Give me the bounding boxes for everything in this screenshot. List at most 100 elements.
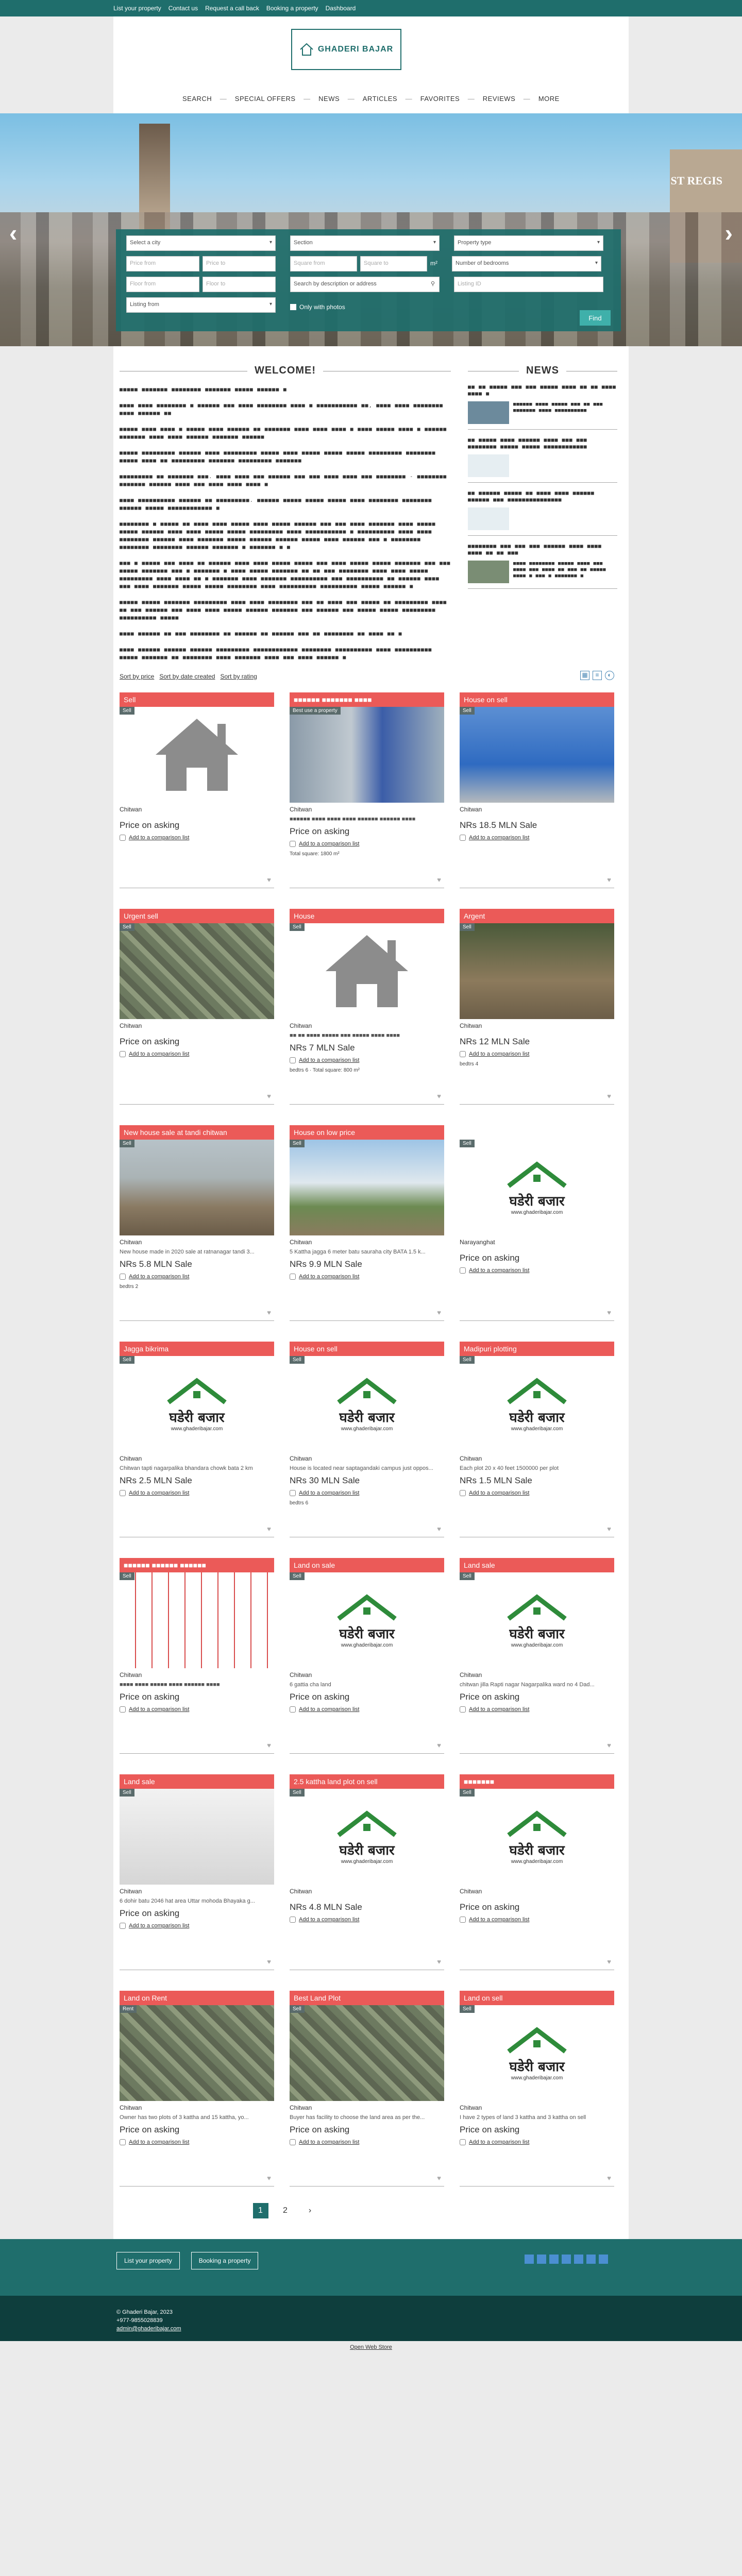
listing-card[interactable]: New house sale at tandi chitwan Sell Chitw…: [120, 1125, 274, 1321]
compare-checkbox[interactable]: [120, 835, 126, 841]
listing-card[interactable]: Land sale घडेरी बजार www.ghaderibajar.com S…: [460, 1558, 614, 1754]
compare-label[interactable]: Add to a comparison list: [469, 1490, 529, 1496]
listing-card[interactable]: House on sell Sell Chitwan NRs 18.5 MLN Sal…: [460, 692, 614, 888]
listing-id-input[interactable]: Listing ID: [454, 277, 603, 292]
listing-card[interactable]: Land on Rent Rent Chitwan Owner has two plo…: [120, 1991, 274, 2187]
listing-image[interactable]: घडेरी बजार www.ghaderibajar.com Sell: [460, 1572, 614, 1668]
social-icon-1[interactable]: [525, 2255, 534, 2264]
listing-card[interactable]: 2.5 kattha land plot on sell घडेरी बजार ww…: [290, 1774, 444, 1970]
listing-image[interactable]: Sell: [290, 1140, 444, 1235]
compare-label[interactable]: Add to a comparison list: [129, 1274, 189, 1280]
map-view-icon[interactable]: ◐: [605, 671, 614, 680]
listing-title[interactable]: Land on Rent: [120, 1991, 274, 2005]
listing-image[interactable]: Sell: [120, 1140, 274, 1235]
favorite-heart-icon[interactable]: ♥: [267, 1741, 271, 1749]
listing-title[interactable]: Madipuri plotting: [460, 1342, 614, 1356]
favorite-heart-icon[interactable]: ♥: [437, 876, 441, 884]
add-to-comparison[interactable]: Add to a comparison list: [290, 1490, 444, 1496]
compare-label[interactable]: Add to a comparison list: [469, 2139, 529, 2145]
listing-image[interactable]: Sell: [120, 1789, 274, 1885]
only-photos-checkbox[interactable]: Only with photos: [290, 301, 345, 313]
floor-to-input[interactable]: Floor to: [203, 277, 276, 292]
compare-label[interactable]: Add to a comparison list: [469, 1051, 529, 1057]
listing-title[interactable]: Jagga bikrima: [120, 1342, 274, 1356]
compare-checkbox[interactable]: [460, 1267, 466, 1274]
listing-image[interactable]: Sell: [120, 923, 274, 1019]
favorite-heart-icon[interactable]: ♥: [437, 1309, 441, 1316]
listing-card[interactable]: Land on sell घडेरी बजार www.ghaderibajar.c…: [460, 1991, 614, 2187]
favorite-heart-icon[interactable]: ♥: [267, 1309, 271, 1316]
city-select[interactable]: Select a city: [126, 235, 276, 251]
listing-card[interactable]: Land sale Sell Chitwan 6 dohir batu 2046 ha…: [120, 1774, 274, 1970]
compare-checkbox[interactable]: [290, 2139, 296, 2145]
compare-label[interactable]: Add to a comparison list: [469, 1917, 529, 1923]
property-photo[interactable]: [290, 707, 444, 803]
favorite-heart-icon[interactable]: ♥: [267, 1092, 271, 1100]
listing-image[interactable]: घडेरी बजार www.ghaderibajar.com Sell: [290, 1572, 444, 1668]
compare-checkbox[interactable]: [120, 1490, 126, 1496]
add-to-comparison[interactable]: Add to a comparison list: [460, 1490, 614, 1496]
property-photo[interactable]: [290, 1140, 444, 1235]
listing-card[interactable]: ■■■■■■■ घडेरी बजार www.ghaderibajar.com Sel…: [460, 1774, 614, 1970]
listing-card[interactable]: Argent Sell Chitwan NRs 12 MLN Sale Add to a…: [460, 909, 614, 1105]
listing-card[interactable]: Jagga bikrima घडेरी बजार www.ghaderibajar.…: [120, 1342, 274, 1537]
news-item[interactable]: ■■ ■■■■■ ■■■■ ■■■■■■ ■■■■ ■■■ ■■■ ■■■■■■…: [468, 430, 617, 483]
news-item-title[interactable]: ■■ ■■■■■ ■■■■ ■■■■■■ ■■■■ ■■■ ■■■ ■■■■■■…: [468, 437, 617, 450]
listing-image[interactable]: Sell: [120, 707, 274, 803]
favorite-heart-icon[interactable]: ♥: [267, 1525, 271, 1533]
compare-checkbox[interactable]: [290, 841, 296, 847]
open-web-store-link[interactable]: Open Web Store: [0, 2341, 742, 2357]
favorite-heart-icon[interactable]: ♥: [437, 1092, 441, 1100]
page-link[interactable]: 2: [278, 2203, 293, 2218]
menu-item[interactable]: ARTICLES: [361, 94, 399, 104]
listing-title[interactable]: Urgent sell: [120, 909, 274, 923]
listing-title[interactable]: Argent: [460, 909, 614, 923]
booking-property-button[interactable]: Booking a property: [191, 2252, 259, 2269]
add-to-comparison[interactable]: Add to a comparison list: [290, 1917, 444, 1923]
top-link[interactable]: Request a call back: [205, 5, 259, 12]
compare-checkbox[interactable]: [290, 1274, 296, 1280]
compare-checkbox[interactable]: [290, 1490, 296, 1496]
add-to-comparison[interactable]: Add to a comparison list: [460, 1706, 614, 1713]
listing-card[interactable]: घडेरी बजार www.ghaderibajar.com Sell Naraya…: [460, 1125, 614, 1321]
listing-image[interactable]: घडेरी बजार www.ghaderibajar.com Sell: [460, 1789, 614, 1885]
compare-label[interactable]: Add to a comparison list: [299, 2139, 359, 2145]
property-photo[interactable]: [120, 2005, 274, 2101]
search-icon[interactable]: ⚲: [431, 280, 435, 287]
page-link[interactable]: 1: [252, 2203, 268, 2218]
favorite-heart-icon[interactable]: ♥: [607, 1741, 611, 1749]
compare-checkbox[interactable]: [290, 1706, 296, 1713]
compare-checkbox[interactable]: [120, 1706, 126, 1713]
listing-title[interactable]: House: [290, 909, 444, 923]
add-to-comparison[interactable]: Add to a comparison list: [120, 1923, 274, 1929]
add-to-comparison[interactable]: Add to a comparison list: [120, 1051, 274, 1057]
property-photo[interactable]: [120, 1789, 274, 1885]
menu-item[interactable]: FAVORITES: [418, 94, 462, 104]
page-link[interactable]: ›: [302, 2203, 318, 2218]
social-icon-7[interactable]: [599, 2255, 608, 2264]
floor-from-input[interactable]: Floor from: [126, 277, 199, 292]
listing-card[interactable]: House on low price Sell Chitwan 5 Kattha ja…: [290, 1125, 444, 1321]
listing-card[interactable]: House Sell Chitwan ■■ ■■ ■■■■ ■■■■■ ■■■ ■■■…: [290, 909, 444, 1105]
listing-title[interactable]: House on sell: [460, 692, 614, 707]
compare-checkbox[interactable]: [460, 1917, 466, 1923]
listing-image[interactable]: घडेरी बजार www.ghaderibajar.com Sell: [290, 1356, 444, 1452]
social-icon-2[interactable]: [537, 2255, 546, 2264]
compare-label[interactable]: Add to a comparison list: [129, 835, 189, 841]
compare-label[interactable]: Add to a comparison list: [129, 1490, 189, 1496]
news-item[interactable]: ■■ ■■ ■■■■■ ■■■ ■■■ ■■■■■ ■■■■ ■■ ■■ ■■■…: [468, 377, 617, 430]
news-item-title[interactable]: ■■■■■■■■ ■■■ ■■■ ■■■ ■■■■■■ ■■■■ ■■■■ ■■…: [468, 543, 617, 556]
compare-label[interactable]: Add to a comparison list: [299, 1057, 359, 1063]
sort-by-price[interactable]: Sort by price: [120, 673, 154, 680]
favorite-heart-icon[interactable]: ♥: [607, 1092, 611, 1100]
add-to-comparison[interactable]: Add to a comparison list: [460, 1917, 614, 1923]
property-photo[interactable]: [120, 1572, 274, 1668]
menu-item[interactable]: REVIEWS: [481, 94, 517, 104]
listing-title[interactable]: [460, 1125, 614, 1140]
site-logo[interactable]: GHADERI BAJAR: [291, 29, 401, 70]
listing-title[interactable]: Best Land Plot: [290, 1991, 444, 2005]
listing-image[interactable]: घडेरी बजार www.ghaderibajar.com Sell: [120, 1356, 274, 1452]
social-icon-5[interactable]: [574, 2255, 583, 2264]
favorite-heart-icon[interactable]: ♥: [267, 876, 271, 884]
listing-title[interactable]: New house sale at tandi chitwan: [120, 1125, 274, 1140]
